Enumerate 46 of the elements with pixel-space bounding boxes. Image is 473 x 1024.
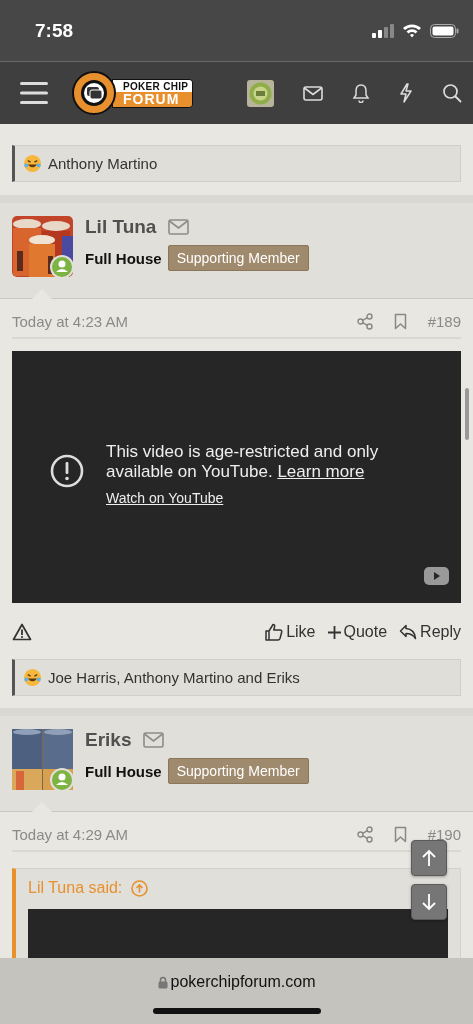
lightning-icon[interactable]	[399, 83, 413, 103]
video-message: This video is age-restricted and only available on YouTube. Learn more	[106, 441, 380, 482]
arrow-down-icon	[421, 893, 437, 911]
plus-icon	[327, 625, 341, 639]
alert-circle-icon	[50, 453, 84, 488]
bell-icon[interactable]	[352, 83, 370, 103]
bookmark-icon[interactable]	[393, 826, 407, 843]
warning-icon[interactable]	[12, 623, 32, 641]
reply-button[interactable]: Reply	[399, 623, 461, 641]
reactions-text: Anthony Martino	[48, 155, 158, 172]
laughing-emoji-icon	[23, 668, 42, 687]
author-name[interactable]: Lil Tuna	[85, 216, 157, 238]
scroll-down-button[interactable]	[411, 884, 447, 920]
reactions-bar[interactable]: Joe Harris, Anthony Martino and Eriks	[12, 659, 461, 696]
share-icon[interactable]	[356, 313, 373, 330]
like-button[interactable]: Like	[265, 623, 316, 641]
video-player[interactable]: This video is age-restricted and only available on YouTube. Learn more Watch on YouTube	[12, 351, 461, 603]
logo-text: POKER CHIP	[113, 79, 193, 92]
reactions-text: Joe Harris, Anthony Martino and Eriks	[48, 669, 300, 686]
member-badge: Supporting Member	[167, 245, 309, 271]
watch-on-youtube-link[interactable]: Watch on YouTube	[106, 489, 224, 506]
forum-logo[interactable]: POKER CHIP FORUM	[72, 71, 194, 115]
arrow-up-icon	[421, 849, 437, 867]
status-time: 7:58	[35, 19, 74, 42]
member-badge: Supporting Member	[167, 758, 309, 784]
play-logo-icon[interactable]	[424, 567, 449, 585]
bookmark-icon[interactable]	[393, 313, 407, 330]
user-rank: Full House	[85, 249, 162, 267]
laughing-emoji-icon	[23, 154, 42, 173]
chip-icon	[72, 71, 116, 115]
lock-icon	[157, 975, 168, 989]
menu-icon[interactable]	[20, 82, 48, 104]
search-icon[interactable]	[442, 83, 462, 103]
scroll-up-button[interactable]	[411, 840, 447, 876]
learn-more-link[interactable]: Learn more	[277, 461, 365, 481]
quote-button[interactable]: Quote	[327, 623, 388, 641]
reply-arrow-icon	[399, 624, 418, 640]
share-icon[interactable]	[356, 826, 373, 843]
thumbs-up-icon	[265, 623, 284, 641]
scroll-indicator	[465, 388, 469, 440]
wifi-icon	[402, 23, 422, 38]
battery-icon	[430, 23, 459, 38]
author-name[interactable]: Eriks	[85, 729, 132, 751]
signal-icon	[372, 23, 394, 38]
user-rank: Full House	[85, 762, 162, 780]
reactions-bar[interactable]: Anthony Martino	[12, 145, 461, 182]
